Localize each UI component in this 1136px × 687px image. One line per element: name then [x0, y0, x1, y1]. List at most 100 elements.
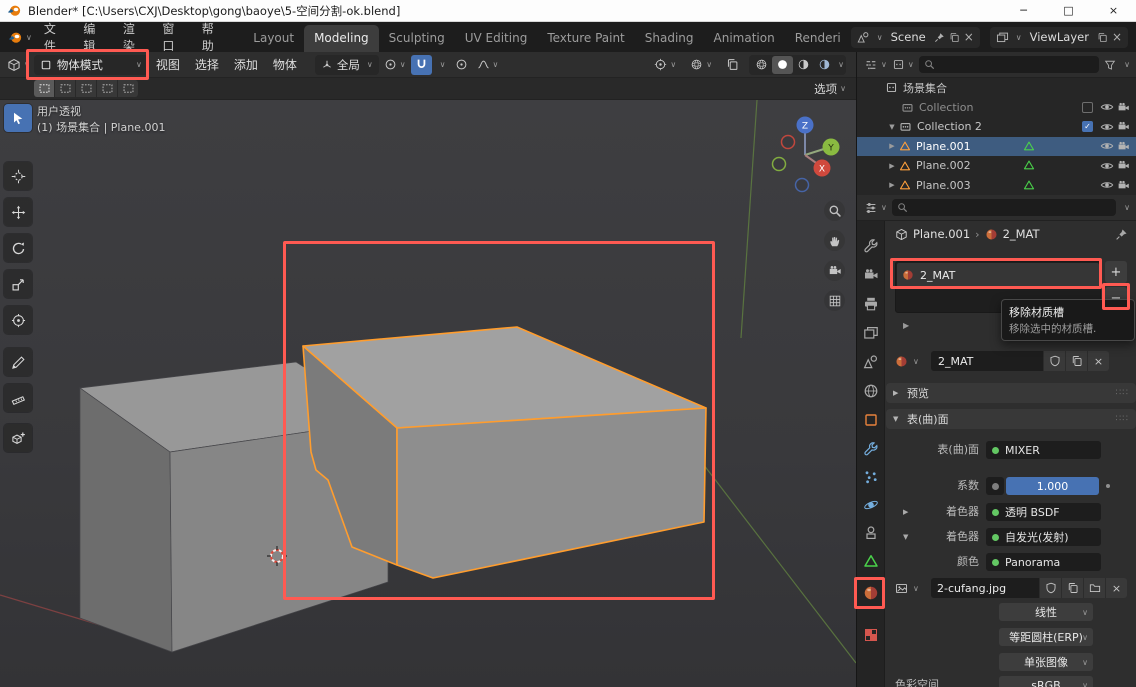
material-name-field[interactable]: 2_MAT: [931, 351, 1043, 371]
material-browse-button[interactable]: ∨: [895, 351, 919, 371]
unlink-material-button[interactable]: ×: [1087, 351, 1109, 371]
colorspace-dropdown[interactable]: sRGB ∨: [999, 676, 1093, 687]
properties-search-input[interactable]: [892, 199, 1116, 216]
pivot-point-dropdown[interactable]: ∨: [380, 58, 410, 71]
minimize-button[interactable]: ─: [1001, 0, 1046, 21]
surface-panel-header[interactable]: ▼ 表(曲)面 ∷∷: [886, 409, 1136, 429]
outliner-row-plane-002[interactable]: ▶ Plane.002: [857, 156, 1136, 176]
options-dropdown[interactable]: 选项∨: [814, 81, 846, 97]
new-view-layer-button[interactable]: [1097, 32, 1108, 43]
ortho-grid-icon[interactable]: [824, 290, 845, 311]
panel-grip[interactable]: ∷∷: [1116, 388, 1129, 398]
shader2-button[interactable]: 自发光(发射): [986, 528, 1101, 546]
select-intersect-button[interactable]: [118, 80, 138, 97]
properties-tab-object[interactable]: [863, 412, 879, 428]
projection-dropdown[interactable]: 等距圆柱(ERP) ∨: [999, 628, 1093, 646]
image-browse-button[interactable]: ∨: [895, 578, 919, 598]
breadcrumb-object[interactable]: Plane.001: [913, 227, 970, 241]
chevron-right-icon[interactable]: ▶: [903, 321, 909, 330]
menu-viewport-object[interactable]: 物体: [266, 56, 304, 73]
select-subtract-button[interactable]: [76, 80, 96, 97]
tool-measure[interactable]: [4, 384, 32, 412]
chevron-down-icon[interactable]: ▼: [885, 123, 899, 131]
axis-minus-x-handle[interactable]: [782, 136, 795, 149]
chevron-right-icon[interactable]: ▶: [885, 142, 899, 150]
source-dropdown[interactable]: 单张图像 ∨: [999, 653, 1093, 671]
select-set-button[interactable]: [34, 80, 54, 97]
add-material-slot-button[interactable]: +: [1105, 261, 1127, 283]
tool-transform[interactable]: [4, 306, 32, 334]
surface-shader-button[interactable]: MIXER: [986, 441, 1101, 459]
properties-tab-object-data[interactable]: [863, 553, 879, 569]
xray-toggle[interactable]: [722, 58, 743, 71]
properties-filter-dropdown[interactable]: ∨: [1124, 203, 1130, 212]
collection-exclude-checkbox[interactable]: ✓: [1082, 121, 1093, 132]
eye-icon[interactable]: [1100, 178, 1114, 192]
menu-viewport-select[interactable]: 选择: [188, 56, 226, 73]
outliner-row-plane-001[interactable]: ▶ Plane.001: [857, 137, 1136, 157]
eye-icon[interactable]: [1100, 139, 1114, 153]
fake-user-button[interactable]: [1043, 351, 1065, 371]
workspace-tab-modeling[interactable]: Modeling: [304, 25, 379, 52]
interpolation-dropdown[interactable]: 线性 ∨: [999, 603, 1093, 621]
breadcrumb-material[interactable]: 2_MAT: [1003, 227, 1040, 241]
workspace-tab-rendering[interactable]: Renderi: [785, 25, 851, 52]
preview-panel-header[interactable]: ▶ 预览 ∷∷: [886, 383, 1136, 403]
show-gizmo-dropdown[interactable]: ∨: [650, 58, 680, 71]
image-unlink-button[interactable]: ×: [1105, 578, 1127, 598]
collection-exclude-checkbox[interactable]: [1082, 102, 1093, 113]
shading-options-dropdown[interactable]: ∨: [838, 60, 844, 69]
show-overlays-dropdown[interactable]: ∨: [686, 58, 716, 71]
camera-icon[interactable]: [1117, 120, 1130, 133]
shader1-button[interactable]: 透明 BSDF: [986, 503, 1101, 521]
menu-viewport-add[interactable]: 添加: [227, 56, 265, 73]
properties-tab-texture[interactable]: [863, 627, 879, 643]
properties-editor-type-button[interactable]: ∨: [864, 201, 887, 215]
properties-tab-world[interactable]: [863, 383, 879, 399]
properties-tab-view-layer[interactable]: [863, 325, 879, 341]
camera-icon[interactable]: [1117, 101, 1130, 114]
outliner-editor-type-button[interactable]: ∨: [864, 58, 887, 72]
eye-icon[interactable]: [1100, 120, 1114, 134]
select-extend-button[interactable]: [55, 80, 75, 97]
tool-rotate[interactable]: [4, 234, 32, 262]
factor-slider[interactable]: 1.000: [1006, 477, 1099, 495]
camera-icon[interactable]: [1117, 179, 1130, 192]
shading-material-button[interactable]: [793, 56, 814, 74]
properties-tab-output[interactable]: [863, 296, 879, 312]
snap-toggle[interactable]: [411, 55, 432, 75]
properties-tab-physics[interactable]: [863, 497, 879, 513]
mesh-object-selected[interactable]: [303, 327, 706, 578]
mode-dropdown[interactable]: 物体模式 ∨: [34, 55, 148, 75]
image-open-button[interactable]: [1083, 578, 1105, 598]
menu-window[interactable]: 窗口: [154, 20, 193, 54]
maximize-button[interactable]: □: [1046, 0, 1091, 21]
workspace-tab-layout[interactable]: Layout: [243, 25, 304, 52]
new-scene-button[interactable]: [949, 32, 960, 43]
outliner-row-scene-collection[interactable]: 场景集合: [857, 78, 1136, 98]
remove-view-layer-button[interactable]: ×: [1112, 30, 1122, 44]
outliner-display-mode-button[interactable]: ∨: [892, 58, 914, 71]
image-name-field[interactable]: 2-cufang.jpg: [931, 578, 1039, 598]
navigation-gizmo[interactable]: Z Y X: [773, 117, 840, 192]
properties-tab-modifiers[interactable]: [863, 441, 879, 457]
pin-scene-button[interactable]: [934, 32, 945, 43]
panel-grip[interactable]: ∷∷: [1116, 414, 1129, 424]
chevron-right-icon[interactable]: ▶: [885, 162, 899, 170]
properties-tab-tool[interactable]: [863, 238, 879, 254]
menu-help[interactable]: 帮助: [194, 20, 233, 54]
workspace-tab-animation[interactable]: Animation: [704, 25, 785, 52]
chevron-right-icon[interactable]: ▶: [885, 181, 899, 189]
factor-socket-button[interactable]: [986, 477, 1004, 495]
editor-type-button[interactable]: ∨: [4, 58, 33, 72]
view-layer-selector[interactable]: ∨ ViewLayer ×: [990, 27, 1128, 48]
filter-icon[interactable]: [1104, 59, 1116, 71]
proportional-falloff-dropdown[interactable]: ∨: [473, 58, 503, 71]
properties-tab-constraints[interactable]: [863, 525, 879, 541]
tool-annotate[interactable]: [4, 348, 32, 376]
outliner-search-input[interactable]: [919, 56, 1099, 73]
transform-orientation-dropdown[interactable]: 全局 ∨: [315, 55, 379, 75]
axis-minus-y-handle[interactable]: [773, 158, 786, 171]
pan-hand-icon[interactable]: [824, 230, 845, 251]
camera-icon[interactable]: [1117, 159, 1130, 172]
